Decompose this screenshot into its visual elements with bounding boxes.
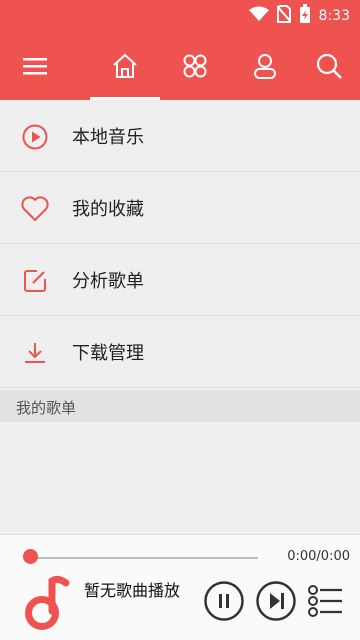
- discover-icon[interactable]: [179, 50, 211, 82]
- menu-item-label: 我的收藏: [72, 198, 144, 220]
- play-circle-icon: [20, 122, 50, 152]
- now-playing-title: 暂无歌曲播放: [84, 581, 181, 600]
- no-sim-icon: [275, 5, 292, 27]
- edit-icon: [20, 266, 50, 296]
- next-icon: [256, 581, 296, 621]
- battery-charging-icon: [299, 4, 311, 28]
- heart-icon: [20, 194, 50, 224]
- menu-item-favorites[interactable]: 我的收藏: [0, 172, 360, 244]
- playback-time: 0:00/0:00: [287, 549, 350, 564]
- menu-item-local-music[interactable]: 本地音乐: [0, 100, 360, 172]
- status-time: 8:33: [318, 8, 350, 24]
- pause-button[interactable]: [204, 581, 244, 621]
- section-header-label: 我的歌单: [16, 399, 77, 417]
- status-bar: 8:33: [0, 0, 360, 32]
- progress-knob[interactable]: [23, 549, 38, 564]
- status-icons: 8:33: [248, 4, 350, 28]
- music-note-logo-icon[interactable]: [22, 573, 70, 633]
- search-icon[interactable]: [313, 50, 345, 82]
- main-menu: 本地音乐 我的收藏 分析歌单 下载管理: [0, 100, 360, 388]
- download-icon: [20, 338, 50, 368]
- menu-item-analyze-playlist[interactable]: 分析歌单: [0, 244, 360, 316]
- menu-item-download-manager[interactable]: 下载管理: [0, 316, 360, 388]
- home-icon[interactable]: [109, 50, 141, 82]
- user-icon[interactable]: [249, 50, 281, 82]
- pause-icon: [204, 581, 244, 621]
- mini-player: 0:00/0:00 暂无歌曲播放: [0, 534, 360, 640]
- menu-icon[interactable]: [19, 50, 51, 82]
- wifi-icon: [248, 6, 269, 26]
- playlist-icon: [308, 585, 342, 617]
- playlist-button[interactable]: [306, 581, 346, 621]
- progress-track[interactable]: [30, 557, 258, 559]
- toolbar: [0, 32, 360, 100]
- menu-item-label: 本地音乐: [72, 126, 144, 148]
- menu-item-label: 下载管理: [72, 342, 144, 364]
- next-button[interactable]: [256, 581, 296, 621]
- my-playlists-header: 我的歌单: [0, 390, 360, 422]
- menu-item-label: 分析歌单: [72, 270, 144, 292]
